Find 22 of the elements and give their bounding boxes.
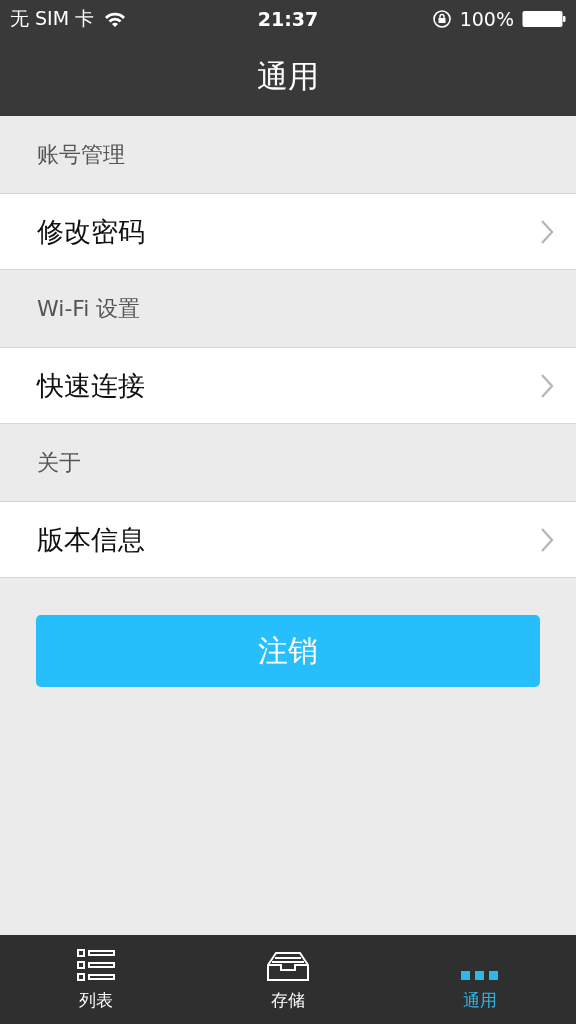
chevron-icon — [540, 526, 554, 553]
tab[interactable]: 存储 — [192, 935, 384, 1024]
section-header: 关于 — [37, 448, 81, 477]
chevron-icon — [540, 218, 554, 245]
chevron-icon — [540, 372, 554, 399]
settings-row[interactable]: 修改密码 — [0, 194, 576, 270]
section-header: Wi-Fi 设置 — [37, 294, 141, 323]
tab[interactable]: 列表 — [0, 935, 192, 1024]
more-icon — [461, 971, 499, 981]
status-time: 21:37 — [257, 8, 319, 30]
list-icon — [77, 949, 115, 981]
section-header: 账号管理 — [37, 140, 125, 169]
settings-row[interactable]: 快速连接 — [0, 348, 576, 424]
rotation-lock-icon — [431, 9, 452, 29]
battery-icon — [522, 10, 566, 28]
battery-percent: 100% — [459, 8, 514, 30]
tray-icon — [267, 951, 309, 981]
settings-row[interactable]: 版本信息 — [0, 502, 576, 578]
page-title: 通用 — [257, 57, 319, 96]
wifi-icon — [104, 11, 127, 27]
carrier-text: 无 SIM 卡 — [10, 6, 95, 31]
tab[interactable]: 通用 — [384, 935, 576, 1024]
